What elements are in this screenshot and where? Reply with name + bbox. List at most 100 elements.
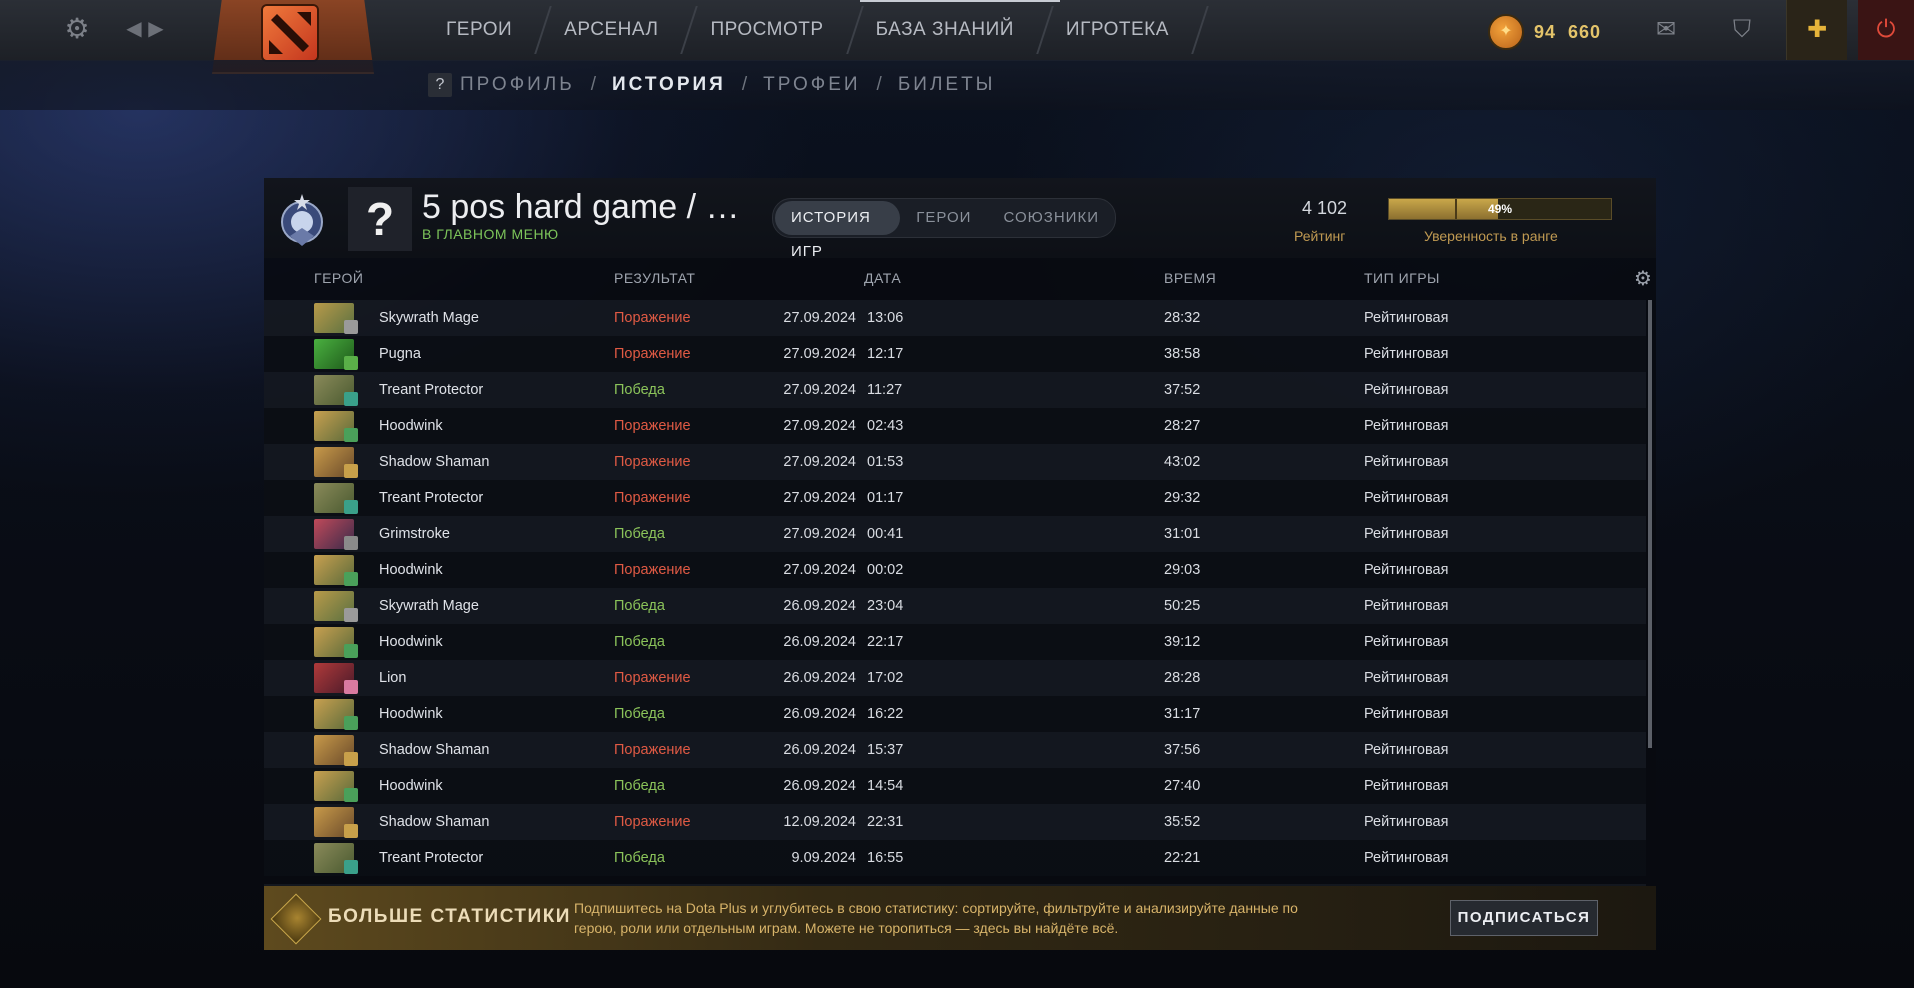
subscribe-button[interactable]: ПОДПИСАТЬСЯ	[1450, 900, 1598, 936]
match-time: 01:17	[867, 490, 904, 506]
facet-badge-icon	[344, 356, 358, 370]
game-type: Рейтинговая	[1364, 670, 1449, 686]
table-row[interactable]: Hoodwink Поражение 27.09.2024 02:43 28:27 Рей…	[264, 408, 1646, 444]
nav-watch[interactable]: ПРОСМОТР	[684, 0, 849, 60]
game-type: Рейтинговая	[1364, 382, 1449, 398]
match-date: 27.09.2024	[783, 310, 856, 326]
facet-badge-icon	[344, 680, 358, 694]
column-game-type[interactable]: ТИП ИГРЫ	[1364, 270, 1440, 286]
match-result: Поражение	[614, 562, 691, 578]
table-row[interactable]: Treant Protector Победа 9.09.2024 16:55 22:2…	[264, 840, 1646, 876]
game-type: Рейтинговая	[1364, 526, 1449, 542]
hero-name: Hoodwink	[379, 778, 443, 794]
column-date[interactable]: ДАТА	[864, 270, 901, 286]
table-row[interactable]: Hoodwink Поражение 27.09.2024 00:02 29:03 Рей…	[264, 552, 1646, 588]
match-result: Победа	[614, 706, 665, 722]
match-date: 9.09.2024	[791, 850, 856, 866]
match-result: Победа	[614, 526, 665, 542]
help-icon[interactable]: ?	[428, 73, 452, 97]
hero-name: Treant Protector	[379, 382, 484, 398]
mail-icon[interactable]: ✉	[1636, 0, 1696, 60]
table-row[interactable]: Shadow Shaman Поражение 26.09.2024 15:37 37:…	[264, 732, 1646, 768]
facet-badge-icon	[344, 824, 358, 838]
table-row[interactable]: Pugna Поражение 27.09.2024 12:17 38:58 Рейтин…	[264, 336, 1646, 372]
column-result[interactable]: РЕЗУЛЬТАТ	[614, 270, 695, 286]
nav-arsenal[interactable]: АРСЕНАЛ	[538, 0, 684, 60]
match-result: Поражение	[614, 454, 691, 470]
game-type: Рейтинговая	[1364, 454, 1449, 470]
match-duration: 50:25	[1164, 598, 1201, 614]
shard-currency[interactable]: ✦ 94 660	[1488, 14, 1601, 50]
rank-medal-icon[interactable]	[274, 192, 330, 248]
table-row[interactable]: Shadow Shaman Поражение 27.09.2024 01:53 43:…	[264, 444, 1646, 480]
match-result: Победа	[614, 850, 665, 866]
hero-name: Grimstroke	[379, 526, 450, 542]
table-row[interactable]: Shadow Shaman Поражение 12.09.2024 22:31 35:…	[264, 804, 1646, 840]
forward-arrow-icon[interactable]: ▶	[146, 16, 166, 42]
table-row[interactable]: Skywrath Mage Победа 26.09.2024 23:04 50:25 Р…	[264, 588, 1646, 624]
table-row[interactable]: Hoodwink Победа 26.09.2024 22:17 39:12 Рейтин…	[264, 624, 1646, 660]
armory-icon[interactable]: ⛉	[1712, 0, 1772, 60]
match-duration: 28:32	[1164, 310, 1201, 326]
rank-confidence-bar: 49%	[1388, 198, 1612, 220]
subnav-tickets[interactable]: БИЛЕТЫ	[898, 74, 996, 96]
rank-confidence-label: Уверенность в ранге	[1424, 228, 1558, 244]
hero-name: Hoodwink	[379, 562, 443, 578]
column-settings-gear-icon[interactable]: ⚙	[1632, 268, 1654, 290]
match-list: Skywrath Mage Поражение 27.09.2024 13:06 28:…	[264, 300, 1656, 884]
hero-name: Shadow Shaman	[379, 742, 490, 758]
tab-allies[interactable]: СОЮЗНИКИ	[987, 201, 1115, 235]
subnav-separator: /	[741, 74, 748, 95]
table-row[interactable]: Grimstroke Победа 27.09.2024 00:41 31:01 Рейт…	[264, 516, 1646, 552]
match-result: Победа	[614, 634, 665, 650]
match-list-scrollbar[interactable]	[1648, 300, 1652, 748]
match-result: Поражение	[614, 670, 691, 686]
game-type: Рейтинговая	[1364, 562, 1449, 578]
match-duration: 37:52	[1164, 382, 1201, 398]
subnav-history[interactable]: ИСТОРИЯ	[612, 74, 726, 96]
subnav-trophies[interactable]: ТРОФЕИ	[763, 74, 860, 96]
tab-match-history[interactable]: ИСТОРИЯ ИГР	[775, 201, 901, 260]
table-row[interactable]: Treant Protector Победа 27.09.2024 11:27 37:…	[264, 372, 1646, 408]
table-row[interactable]: Skywrath Mage Поражение 27.09.2024 13:06 28:…	[264, 300, 1646, 336]
column-duration[interactable]: ВРЕМЯ	[1164, 270, 1216, 286]
subnav-profile[interactable]: ПРОФИЛЬ	[460, 74, 575, 96]
shard-coin-icon: ✦	[1488, 14, 1524, 50]
dota-plus-icon[interactable]: ✚	[1786, 0, 1847, 60]
column-hero[interactable]: ГЕРОЙ	[314, 270, 363, 286]
nav-knowledge-base[interactable]: БАЗА ЗНАНИЙ	[850, 0, 1060, 60]
rating-value: 4 102	[1302, 198, 1348, 218]
nav-heroes[interactable]: ГЕРОИ	[420, 0, 538, 60]
settings-gear-icon[interactable]: ⚙	[62, 14, 92, 44]
table-row[interactable]: Treant Protector Поражение 27.09.2024 01:17…	[264, 480, 1646, 516]
nav-arcade[interactable]: ИГРОТЕКА	[1040, 0, 1195, 60]
game-type: Рейтинговая	[1364, 634, 1449, 650]
match-time: 02:43	[867, 418, 904, 434]
table-row[interactable]: Hoodwink Победа 26.09.2024 16:22 31:17 Рейтин…	[264, 696, 1646, 732]
match-date: 26.09.2024	[783, 598, 856, 614]
facet-badge-icon	[344, 464, 358, 478]
match-date: 27.09.2024	[783, 562, 856, 578]
promo-title: БОЛЬШЕ СТАТИСТИКИ	[328, 906, 571, 927]
match-time: 13:06	[867, 310, 904, 326]
dota-logo-icon[interactable]	[263, 6, 317, 60]
hero-name: Treant Protector	[379, 850, 484, 866]
tab-heroes[interactable]: ГЕРОИ	[900, 201, 987, 235]
player-avatar[interactable]: ?	[348, 187, 412, 251]
match-result: Победа	[614, 778, 665, 794]
history-tabs: ИСТОРИЯ ИГР ГЕРОИ СОЮЗНИКИ	[772, 198, 1116, 260]
match-duration: 43:02	[1164, 454, 1201, 470]
match-duration: 31:17	[1164, 706, 1201, 722]
hero-name: Hoodwink	[379, 706, 443, 722]
match-date: 27.09.2024	[783, 526, 856, 542]
table-row[interactable]: Hoodwink Победа 26.09.2024 14:54 27:40 Рейтин…	[264, 768, 1646, 804]
hero-name: Treant Protector	[379, 490, 484, 506]
table-row[interactable]: Lion Поражение 26.09.2024 17:02 28:28 Рейтинг…	[264, 660, 1646, 696]
hero-name: Shadow Shaman	[379, 454, 490, 470]
facet-badge-icon	[344, 428, 358, 442]
back-arrow-icon[interactable]: ◀	[124, 16, 144, 42]
power-icon[interactable]: ⏻	[1858, 0, 1914, 60]
player-status: В ГЛАВНОМ МЕНЮ	[422, 226, 559, 242]
match-time: 16:22	[867, 706, 904, 722]
hero-name: Skywrath Mage	[379, 598, 479, 614]
